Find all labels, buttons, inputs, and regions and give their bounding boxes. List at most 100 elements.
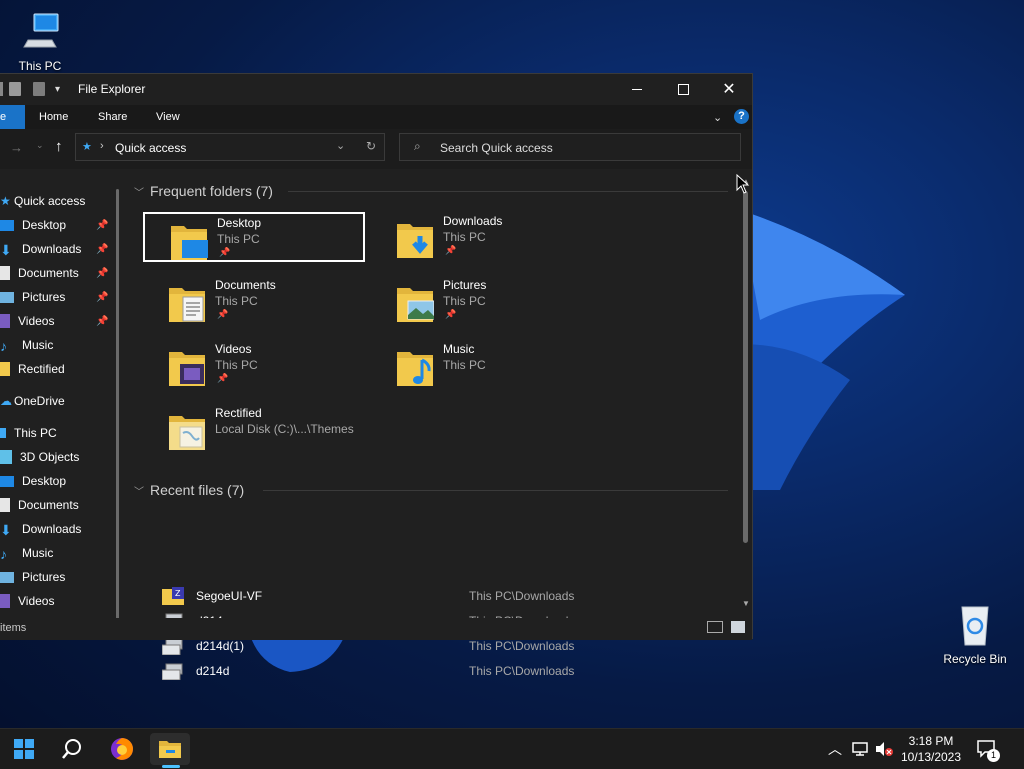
address-history-chevron-icon[interactable]: ⌄: [336, 139, 345, 152]
section-title: Frequent folders (7): [150, 183, 273, 199]
maximize-button[interactable]: [660, 74, 706, 105]
system-clock[interactable]: 3:18 PM 10/13/2023: [895, 733, 967, 765]
tab-share[interactable]: Share: [98, 105, 127, 129]
download-icon: ⬇: [0, 242, 12, 258]
sidebar-item-label: Documents: [18, 498, 79, 512]
item-count: items: [0, 622, 27, 634]
tab-home[interactable]: Home: [39, 105, 68, 129]
sidebar-item-3d-objects[interactable]: 3D Objects: [0, 445, 115, 469]
desktop-icon-recycle-bin[interactable]: Recycle Bin: [935, 603, 1015, 666]
content-scrollbar[interactable]: ▲ ▼: [740, 177, 752, 617]
expand-ribbon-chevron-icon[interactable]: ⌄: [713, 111, 722, 124]
mouse-cursor-icon: [736, 174, 750, 194]
document-icon: [0, 266, 10, 280]
svg-text:Z: Z: [175, 589, 181, 598]
folder-name: Documents: [215, 278, 276, 292]
sidebar-item-label: Desktop: [22, 218, 67, 232]
sidebar-item-label: This PC: [14, 426, 57, 440]
cloud-icon: ☁: [0, 394, 12, 408]
folder-name: Desktop: [217, 216, 262, 230]
sidebar-item-quick-access[interactable]: ★ Quick access: [0, 189, 115, 213]
sidebar-item-desktop[interactable]: Desktop 📌: [0, 213, 115, 237]
pin-icon: 📌: [96, 243, 109, 255]
pin-icon: 📌: [445, 245, 457, 255]
sidebar-item-downloads[interactable]: ⬇ Downloads 📌: [0, 237, 115, 261]
properties-icon[interactable]: [9, 82, 21, 96]
folder-tile-music[interactable]: Music This PC: [371, 340, 593, 390]
music-icon: ♪: [0, 338, 7, 354]
help-icon[interactable]: ?: [734, 109, 749, 124]
address-bar[interactable]: ★ › Quick access ⌄ ↻: [75, 133, 385, 161]
tab-view[interactable]: View: [156, 105, 180, 129]
file-location: This PC\Downloads: [469, 664, 575, 678]
sidebar-item-documents[interactable]: Documents 📌: [0, 261, 115, 285]
navigation-bar: → ⌄ ↑ ★ › Quick access ⌄ ↻ ⌕ Search Quic…: [0, 129, 752, 169]
sidebar-item-downloads-pc[interactable]: ⬇ Downloads: [0, 517, 115, 541]
windows-logo-icon: [14, 739, 34, 759]
sidebar-item-onedrive[interactable]: ☁ OneDrive: [0, 389, 115, 413]
breadcrumb-chevron-icon[interactable]: ›: [100, 140, 104, 152]
sidebar-item-pictures[interactable]: Pictures 📌: [0, 285, 115, 309]
close-button[interactable]: ✕: [706, 74, 752, 105]
firefox-icon: [111, 738, 133, 760]
taskbar-firefox[interactable]: [102, 733, 142, 765]
notification-center-button[interactable]: 1: [977, 729, 1000, 769]
customize-toolbar-chevron-icon[interactable]: ▾: [55, 84, 60, 95]
sidebar-item-videos-pc[interactable]: Videos: [0, 589, 115, 613]
folder-tile-videos[interactable]: Videos This PC 📌: [143, 340, 365, 390]
videos-folder-icon: [169, 352, 205, 386]
recent-files-header[interactable]: ﹀ Recent files (7): [134, 482, 244, 498]
sidebar-item-music[interactable]: ♪ Music: [0, 333, 115, 357]
minimize-button[interactable]: [614, 74, 660, 105]
music-folder-icon: [397, 352, 433, 386]
new-folder-icon[interactable]: [33, 82, 45, 96]
sidebar-item-this-pc[interactable]: This PC: [0, 421, 115, 445]
start-button[interactable]: [4, 733, 44, 765]
sidebar-item-rectified[interactable]: Rectified: [0, 357, 115, 381]
recent-file-row[interactable]: d214d This PC\Downloads: [128, 659, 588, 683]
show-hidden-icons-chevron-icon[interactable]: ︿: [828, 729, 842, 769]
recent-locations-chevron-icon[interactable]: ⌄: [36, 140, 44, 151]
folder-tile-desktop[interactable]: Desktop This PC 📌: [143, 212, 365, 262]
taskbar: ︿ 3:18 PM 10/13/2023 1: [0, 728, 1024, 769]
recent-file-row[interactable]: Z SegoeUI-VF This PC\Downloads: [128, 584, 588, 608]
close-icon: ✕: [722, 80, 736, 98]
details-view-icon[interactable]: [707, 621, 723, 633]
sidebar-item-label: Quick access: [14, 194, 86, 208]
desktop-icon: [0, 475, 14, 487]
folder-tile-rectified[interactable]: Rectified Local Disk (C:)\...\Themes: [143, 404, 403, 454]
sidebar-item-pictures-pc[interactable]: Pictures: [0, 565, 115, 589]
volume-muted-icon[interactable]: [874, 729, 894, 769]
frequent-folders-header[interactable]: ﹀ Frequent folders (7): [134, 183, 273, 199]
desktop-icon-this-pc[interactable]: This PC: [0, 10, 80, 73]
folder-name: Videos: [215, 342, 252, 356]
search-input[interactable]: ⌕ Search Quick access: [399, 133, 741, 161]
up-arrow-icon[interactable]: ↑: [55, 138, 63, 155]
folder-tile-downloads[interactable]: Downloads This PC 📌: [371, 212, 593, 262]
forward-arrow-icon[interactable]: →: [10, 140, 23, 155]
file-explorer-window: ▾ File Explorer ✕ e Home Share View ⌄ ? …: [0, 73, 753, 680]
search-button[interactable]: [52, 733, 92, 765]
sidebar-item-music-pc[interactable]: ♪ Music: [0, 541, 115, 565]
recycle-bin-icon: [961, 606, 989, 646]
scrollbar-thumb[interactable]: [743, 191, 748, 543]
folder-location: This PC: [215, 358, 258, 372]
toolbar-edge: [0, 82, 3, 96]
downloads-folder-icon: [397, 224, 433, 258]
scroll-down-icon[interactable]: ▼: [742, 599, 750, 608]
taskbar-file-explorer[interactable]: [150, 733, 190, 765]
refresh-icon[interactable]: ↻: [366, 139, 376, 153]
folder-tile-documents[interactable]: Documents This PC 📌: [143, 276, 365, 326]
network-icon[interactable]: [851, 729, 869, 769]
tab-file[interactable]: e: [0, 105, 25, 129]
sidebar-item-desktop-pc[interactable]: Desktop: [0, 469, 115, 493]
sidebar-item-videos[interactable]: Videos 📌: [0, 309, 115, 333]
desktop-folder-icon: [171, 226, 208, 260]
file-location: This PC\Downloads: [469, 589, 575, 603]
sidebar-item-documents-pc[interactable]: Documents: [0, 493, 115, 517]
pictures-folder-icon: [397, 288, 434, 322]
large-icons-view-icon[interactable]: [731, 621, 745, 633]
navigation-pane-scrollbar[interactable]: [116, 189, 119, 629]
folder-tile-pictures[interactable]: Pictures This PC 📌: [371, 276, 593, 326]
quick-access-toolbar: ▾: [0, 82, 60, 96]
